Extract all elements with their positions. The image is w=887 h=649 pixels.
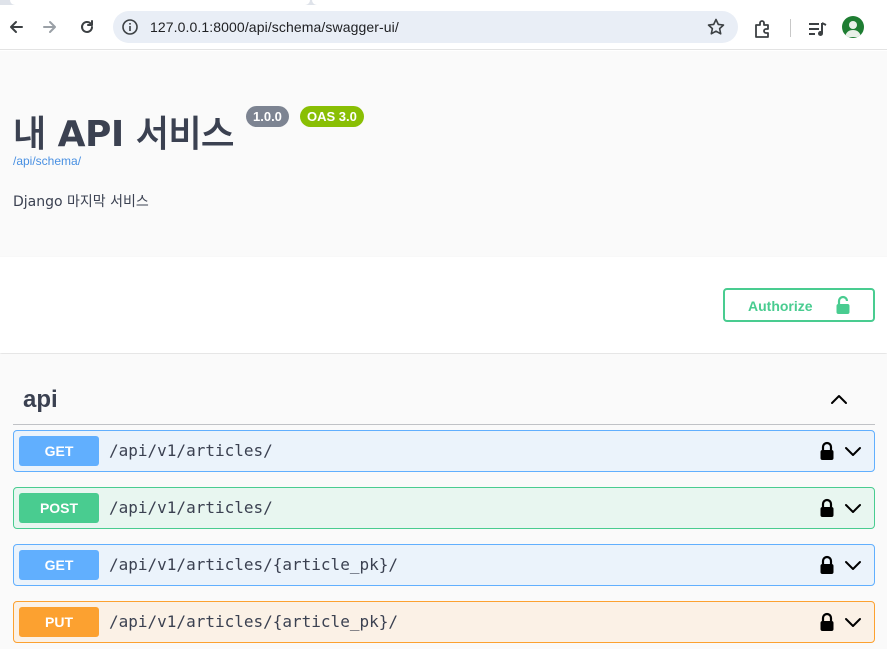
endpoint-path: /api/v1/articles/{article_pk}/ [109,612,398,631]
info-icon[interactable] [121,18,139,36]
arrow-left-icon [10,21,23,33]
scheme-container: Authorize [0,257,887,353]
address-bar[interactable]: 127.0.0.1:8000/api/schema/swagger-ui/ [113,11,738,43]
opblock-get-articles[interactable]: GET /api/v1/articles/ [13,430,875,472]
reload-icon [81,20,93,33]
api-info-section: 내 API 서비스 1.0.0 OAS 3.0 /api/schema/ Dja… [0,51,887,257]
lock-icon[interactable] [819,441,835,461]
version-badge: 1.0.0 [246,106,289,127]
api-title: 내 API 서비스 [13,114,234,155]
api-description: Django 마지막 서비스 [13,194,149,210]
method-badge: GET [19,550,99,580]
reload-button[interactable] [73,13,101,41]
chevron-down-icon[interactable] [843,441,863,461]
forward-button[interactable] [36,13,64,41]
endpoint-path: /api/v1/articles/ [109,498,273,517]
endpoint-path: /api/v1/articles/ [109,441,273,460]
method-badge: POST [19,493,99,523]
oas-badge: OAS 3.0 [300,106,364,127]
endpoint-path: /api/v1/articles/{article_pk}/ [109,555,398,574]
tag-name: api [23,386,58,413]
opblock-put-article-detail[interactable]: PUT /api/v1/articles/{article_pk}/ [13,601,875,643]
unlock-icon [836,295,850,314]
method-badge: GET [19,436,99,466]
schema-link[interactable]: /api/schema/ [13,154,81,168]
lock-icon[interactable] [819,498,835,518]
chevron-down-icon[interactable] [843,612,863,632]
lock-icon[interactable] [819,612,835,632]
profile-avatar-icon[interactable] [842,16,864,38]
puzzle-icon[interactable] [752,18,774,40]
tag-header-api[interactable]: api [13,374,875,425]
authorize-button[interactable]: Authorize [723,288,875,322]
operations-section: api GET /api/v1/articles/ POST /api/v1/a… [0,354,887,649]
arrow-right-icon [43,21,56,33]
opblock-post-articles[interactable]: POST /api/v1/articles/ [13,487,875,529]
toolbar-separator [790,19,791,37]
chevron-down-icon[interactable] [843,555,863,575]
chevron-up-icon[interactable] [827,388,851,412]
chevron-down-icon[interactable] [843,498,863,518]
url-text[interactable]: 127.0.0.1:8000/api/schema/swagger-ui/ [150,19,399,35]
method-badge: PUT [19,607,99,637]
opblock-get-article-detail[interactable]: GET /api/v1/articles/{article_pk}/ [13,544,875,586]
star-icon[interactable] [706,17,726,37]
browser-toolbar: 127.0.0.1:8000/api/schema/swagger-ui/ [0,5,887,50]
authorize-label: Authorize [748,298,813,314]
media-control-icon[interactable] [806,18,828,40]
lock-icon[interactable] [819,555,835,575]
back-button[interactable] [2,13,30,41]
